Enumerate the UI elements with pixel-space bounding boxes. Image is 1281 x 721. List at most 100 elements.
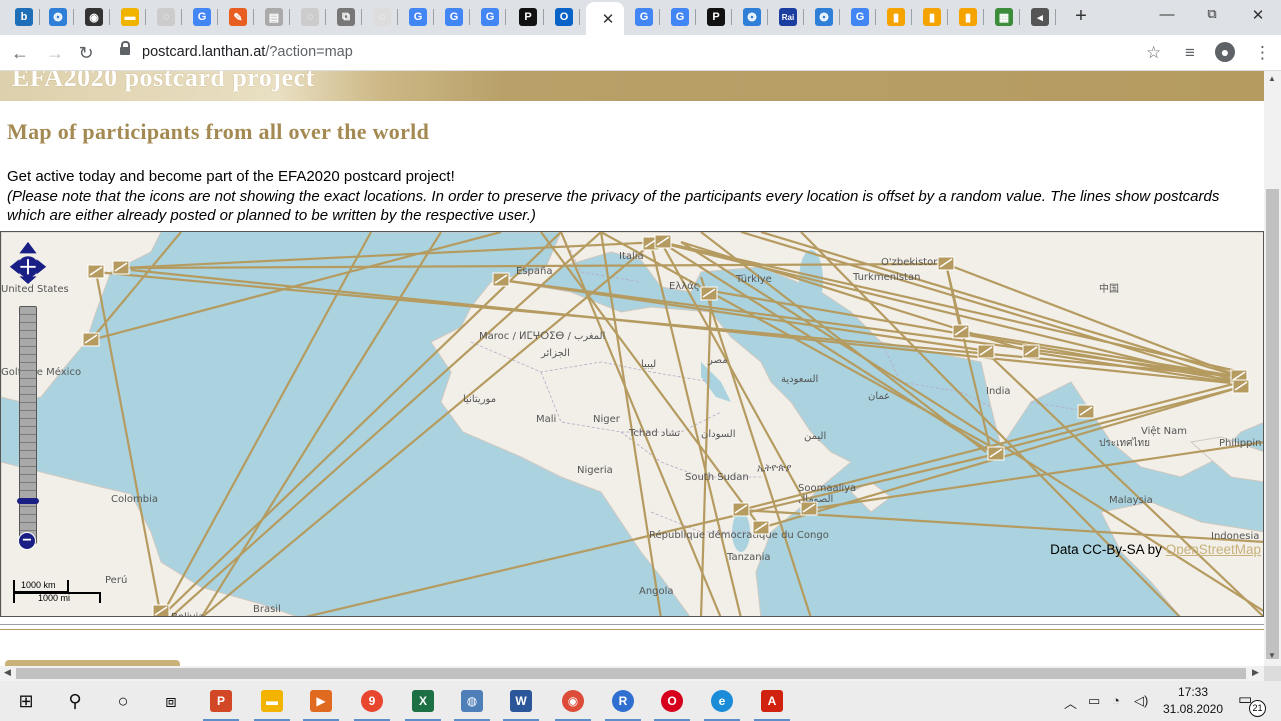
forward-arrow-icon[interactable]: → [45,43,65,63]
scroll-up-icon[interactable]: ▲ [1268,74,1276,83]
close-tab-icon[interactable]: ✕ [602,10,615,28]
wifi-icon[interactable]: ◔ [1112,693,1120,708]
browser-tab[interactable]: ⧉ [332,4,362,30]
postcard-marker-icon[interactable] [732,502,750,517]
browser-tab[interactable]: ▬ [116,4,146,30]
postcard-marker-icon[interactable] [700,286,718,301]
system-clock[interactable]: 17:33 31.08.2020 [1158,684,1228,718]
zoom-out-button[interactable]: − [18,532,36,550]
scroll-right-icon[interactable]: ▶ [1252,667,1259,678]
notification-icon[interactable]: ▭ 21 [1238,690,1266,717]
browser-tab[interactable]: G [846,4,876,30]
map-canvas[interactable]: España Italia Ελλάς Türkiye O'zbekiston Turkm… [1,232,1264,617]
globe-app-icon[interactable]: ◍ [454,689,490,721]
postcard-marker-icon[interactable] [977,344,995,359]
zoom-slider-handle[interactable] [17,498,39,504]
postcard-marker-icon[interactable] [112,260,130,275]
horizontal-scrollbar[interactable]: ◀ ▶ [0,666,1264,681]
file-explorer-icon[interactable]: ▬ [254,689,290,721]
postcard-marker-icon[interactable] [1022,344,1040,359]
r-app-icon[interactable]: R [605,689,641,721]
postcard-marker-icon[interactable] [952,324,970,339]
postcard-marker-icon[interactable] [82,332,100,347]
browser-tab[interactable]: ◌ [152,4,182,30]
postcard-marker-icon[interactable] [152,604,170,617]
restore-button[interactable]: ⧉ [1192,6,1232,26]
media-player-icon[interactable]: ▶ [303,689,339,721]
pan-zoom-control[interactable]: + − [9,240,47,550]
browser-tab[interactable]: G [666,4,696,30]
map-place-label: Türkiye [735,274,772,285]
postcard-marker-icon[interactable] [1077,404,1095,419]
browser-tab[interactable]: G [404,4,434,30]
app-9-icon[interactable]: 9 [354,689,390,721]
browser-tab[interactable]: ▮ [882,4,912,30]
chevron-up-icon[interactable]: ︿ [1064,693,1077,712]
browser-tab[interactable]: ▮ [918,4,948,30]
browser-tab[interactable]: ◉ [80,4,110,30]
profile-avatar-icon[interactable]: ● [1215,42,1235,62]
new-tab-button[interactable]: + [1070,5,1092,27]
close-window-button[interactable]: ✕ [1238,6,1278,26]
browser-tab[interactable]: ❂ [738,4,768,30]
horizontal-scroll-thumb[interactable] [16,668,1246,679]
pan-control-icon[interactable] [9,240,47,284]
battery-icon[interactable]: ▭ [1088,693,1100,709]
reload-icon[interactable]: ↻ [76,43,96,63]
postcard-marker-icon[interactable] [937,256,955,271]
scroll-left-icon[interactable]: ◀ [4,667,11,678]
postcard-marker-icon[interactable] [752,520,770,535]
b-app-icon: b [15,8,33,26]
windows-start-icon[interactable]: ⊞ [14,689,38,713]
acrobat-icon[interactable]: A [754,689,790,721]
postcard-marker-icon[interactable] [492,272,510,287]
postcard-marker-icon[interactable] [800,501,818,516]
media-queue-icon[interactable]: ≡ [1185,43,1195,63]
browser-tab[interactable]: ◂ [1026,4,1056,30]
search-icon[interactable]: ⚲ [63,689,87,713]
browser-tab[interactable]: Rai [774,4,804,30]
browser-tab[interactable]: G [440,4,470,30]
vertical-scrollbar[interactable]: ▲ ▼ [1264,71,1281,666]
browser-tab[interactable]: ▦ [990,4,1020,30]
lock-icon[interactable] [120,41,130,55]
opera-icon[interactable]: O [654,689,690,721]
browser-tab[interactable]: ✎ [224,4,254,30]
browser-tab[interactable]: ◌ [368,4,398,30]
browser-tab[interactable]: P [514,4,544,30]
zoom-slider-track[interactable] [19,306,37,544]
browser-tab[interactable]: O [550,4,580,30]
postcard-marker-icon[interactable] [1232,379,1250,394]
browser-tab[interactable]: ❂ [44,4,74,30]
postcard-marker-icon[interactable] [987,446,1005,461]
browser-tab[interactable]: ◌ [296,4,326,30]
volume-icon[interactable]: ◁) [1134,693,1148,709]
star-icon[interactable]: ☆ [1146,43,1161,63]
browser-tab[interactable]: G [476,4,506,30]
edge-icon[interactable]: e [704,689,740,721]
vertical-scroll-thumb[interactable] [1266,189,1279,659]
url-field[interactable]: postcard.lanthan.at/?action=map [110,39,1200,66]
browser-tab[interactable]: b [10,4,40,30]
cortana-icon[interactable]: ○ [111,689,135,713]
excel-icon[interactable]: X [405,689,441,721]
menu-kebab-icon[interactable]: ⋮ [1254,43,1271,63]
browser-tab[interactable]: G [630,4,660,30]
back-arrow-icon[interactable]: ← [10,43,30,63]
task-view-icon[interactable]: ⧈ [159,689,183,713]
active-browser-tab[interactable]: ✕ [586,2,624,35]
minimize-button[interactable]: — [1147,6,1187,26]
scroll-down-icon[interactable]: ▼ [1268,651,1276,660]
participants-map[interactable]: España Italia Ελλάς Türkiye O'zbekiston Turkm… [0,231,1264,617]
browser-tab[interactable]: G [188,4,218,30]
postcard-marker-icon[interactable] [654,234,672,249]
powerpoint-icon[interactable]: P [203,689,239,721]
chrome-icon[interactable]: ◉ [555,689,591,721]
browser-tab[interactable]: P [702,4,732,30]
browser-tab[interactable]: ❂ [810,4,840,30]
postcard-marker-icon[interactable] [87,264,105,279]
browser-tab[interactable]: ▤ [260,4,290,30]
browser-tab[interactable]: ▮ [954,4,984,30]
word-icon[interactable]: W [503,689,539,721]
openstreetmap-link[interactable]: OpenStreetMap [1166,542,1261,557]
